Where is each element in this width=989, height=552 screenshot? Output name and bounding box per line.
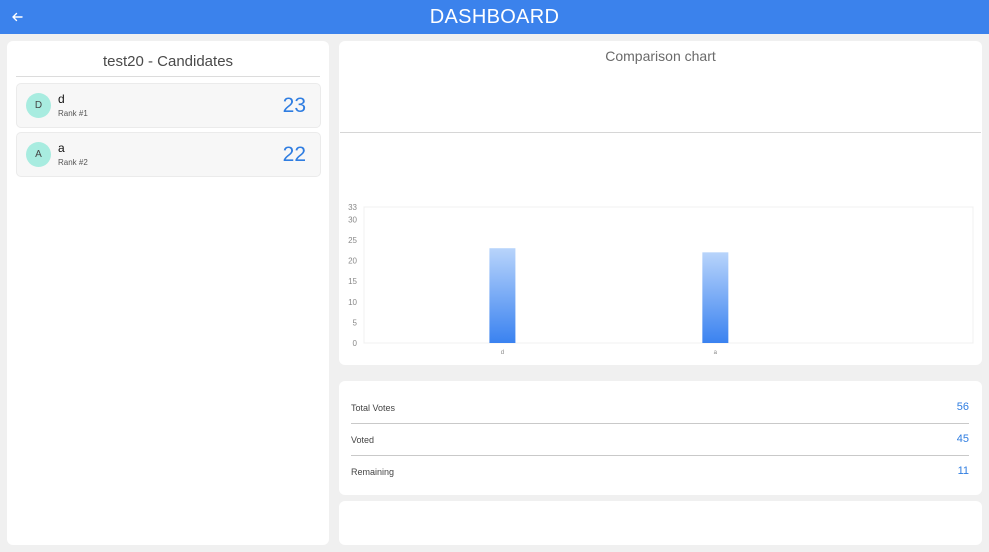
candidate-votes: 22: [282, 143, 306, 166]
avatar: A: [26, 142, 51, 167]
candidate-rank: Rank #1: [58, 109, 88, 118]
avatar: D: [26, 93, 51, 118]
arrow-left-icon: [12, 12, 23, 22]
candidate-name: a: [58, 141, 65, 155]
y-tick-label: 5: [353, 318, 358, 327]
candidate-card[interactable]: A a Rank #2 22: [16, 132, 321, 177]
plot-area: [363, 206, 974, 344]
x-tick-label: a: [714, 350, 718, 356]
y-tick-label: 25: [348, 236, 357, 245]
candidate-name: d: [58, 92, 65, 106]
x-tick-label: d: [501, 350, 504, 356]
y-tick-label: 33: [348, 203, 357, 212]
candidates-title: test20 - Candidates: [16, 53, 320, 77]
stat-value: 45: [956, 433, 969, 445]
candidate-rank: Rank #2: [58, 158, 88, 167]
stat-label: Voted: [351, 435, 375, 445]
comparison-chart-panel: Comparison chart 0 5 10 15 20 25 30 33 d a: [339, 41, 982, 365]
vote-stats-panel: Total Votes 56 Voted 45 Remaining 11: [339, 381, 982, 495]
stat-value: 56: [956, 401, 969, 413]
back-button[interactable]: [8, 8, 26, 26]
bar-chart: 0 5 10 15 20 25 30 33 d a: [348, 203, 974, 356]
stat-row-remaining: Remaining 11: [351, 456, 969, 488]
candidate-card[interactable]: D d Rank #1 23: [16, 83, 321, 128]
stat-value: 11: [957, 465, 969, 477]
top-app-bar: DASHBOARD: [0, 0, 989, 34]
y-tick-label: 0: [353, 339, 358, 348]
bar-a: [702, 252, 729, 343]
stat-row-voted: Voted 45: [351, 424, 969, 456]
candidates-panel: test20 - Candidates D d Rank #1 23 A a R…: [7, 41, 329, 545]
stat-label: Total Votes: [351, 403, 396, 413]
y-tick-label: 20: [348, 257, 357, 266]
empty-panel: [339, 501, 982, 545]
candidate-votes: 23: [282, 94, 306, 117]
bar-d: [489, 248, 516, 343]
y-tick-label: 10: [348, 298, 357, 307]
y-tick-label: 30: [348, 215, 357, 224]
stat-label: Remaining: [351, 467, 395, 477]
page-title: DASHBOARD: [429, 5, 560, 28]
y-tick-label: 15: [348, 277, 357, 286]
stat-row-total-votes: Total Votes 56: [351, 392, 969, 424]
